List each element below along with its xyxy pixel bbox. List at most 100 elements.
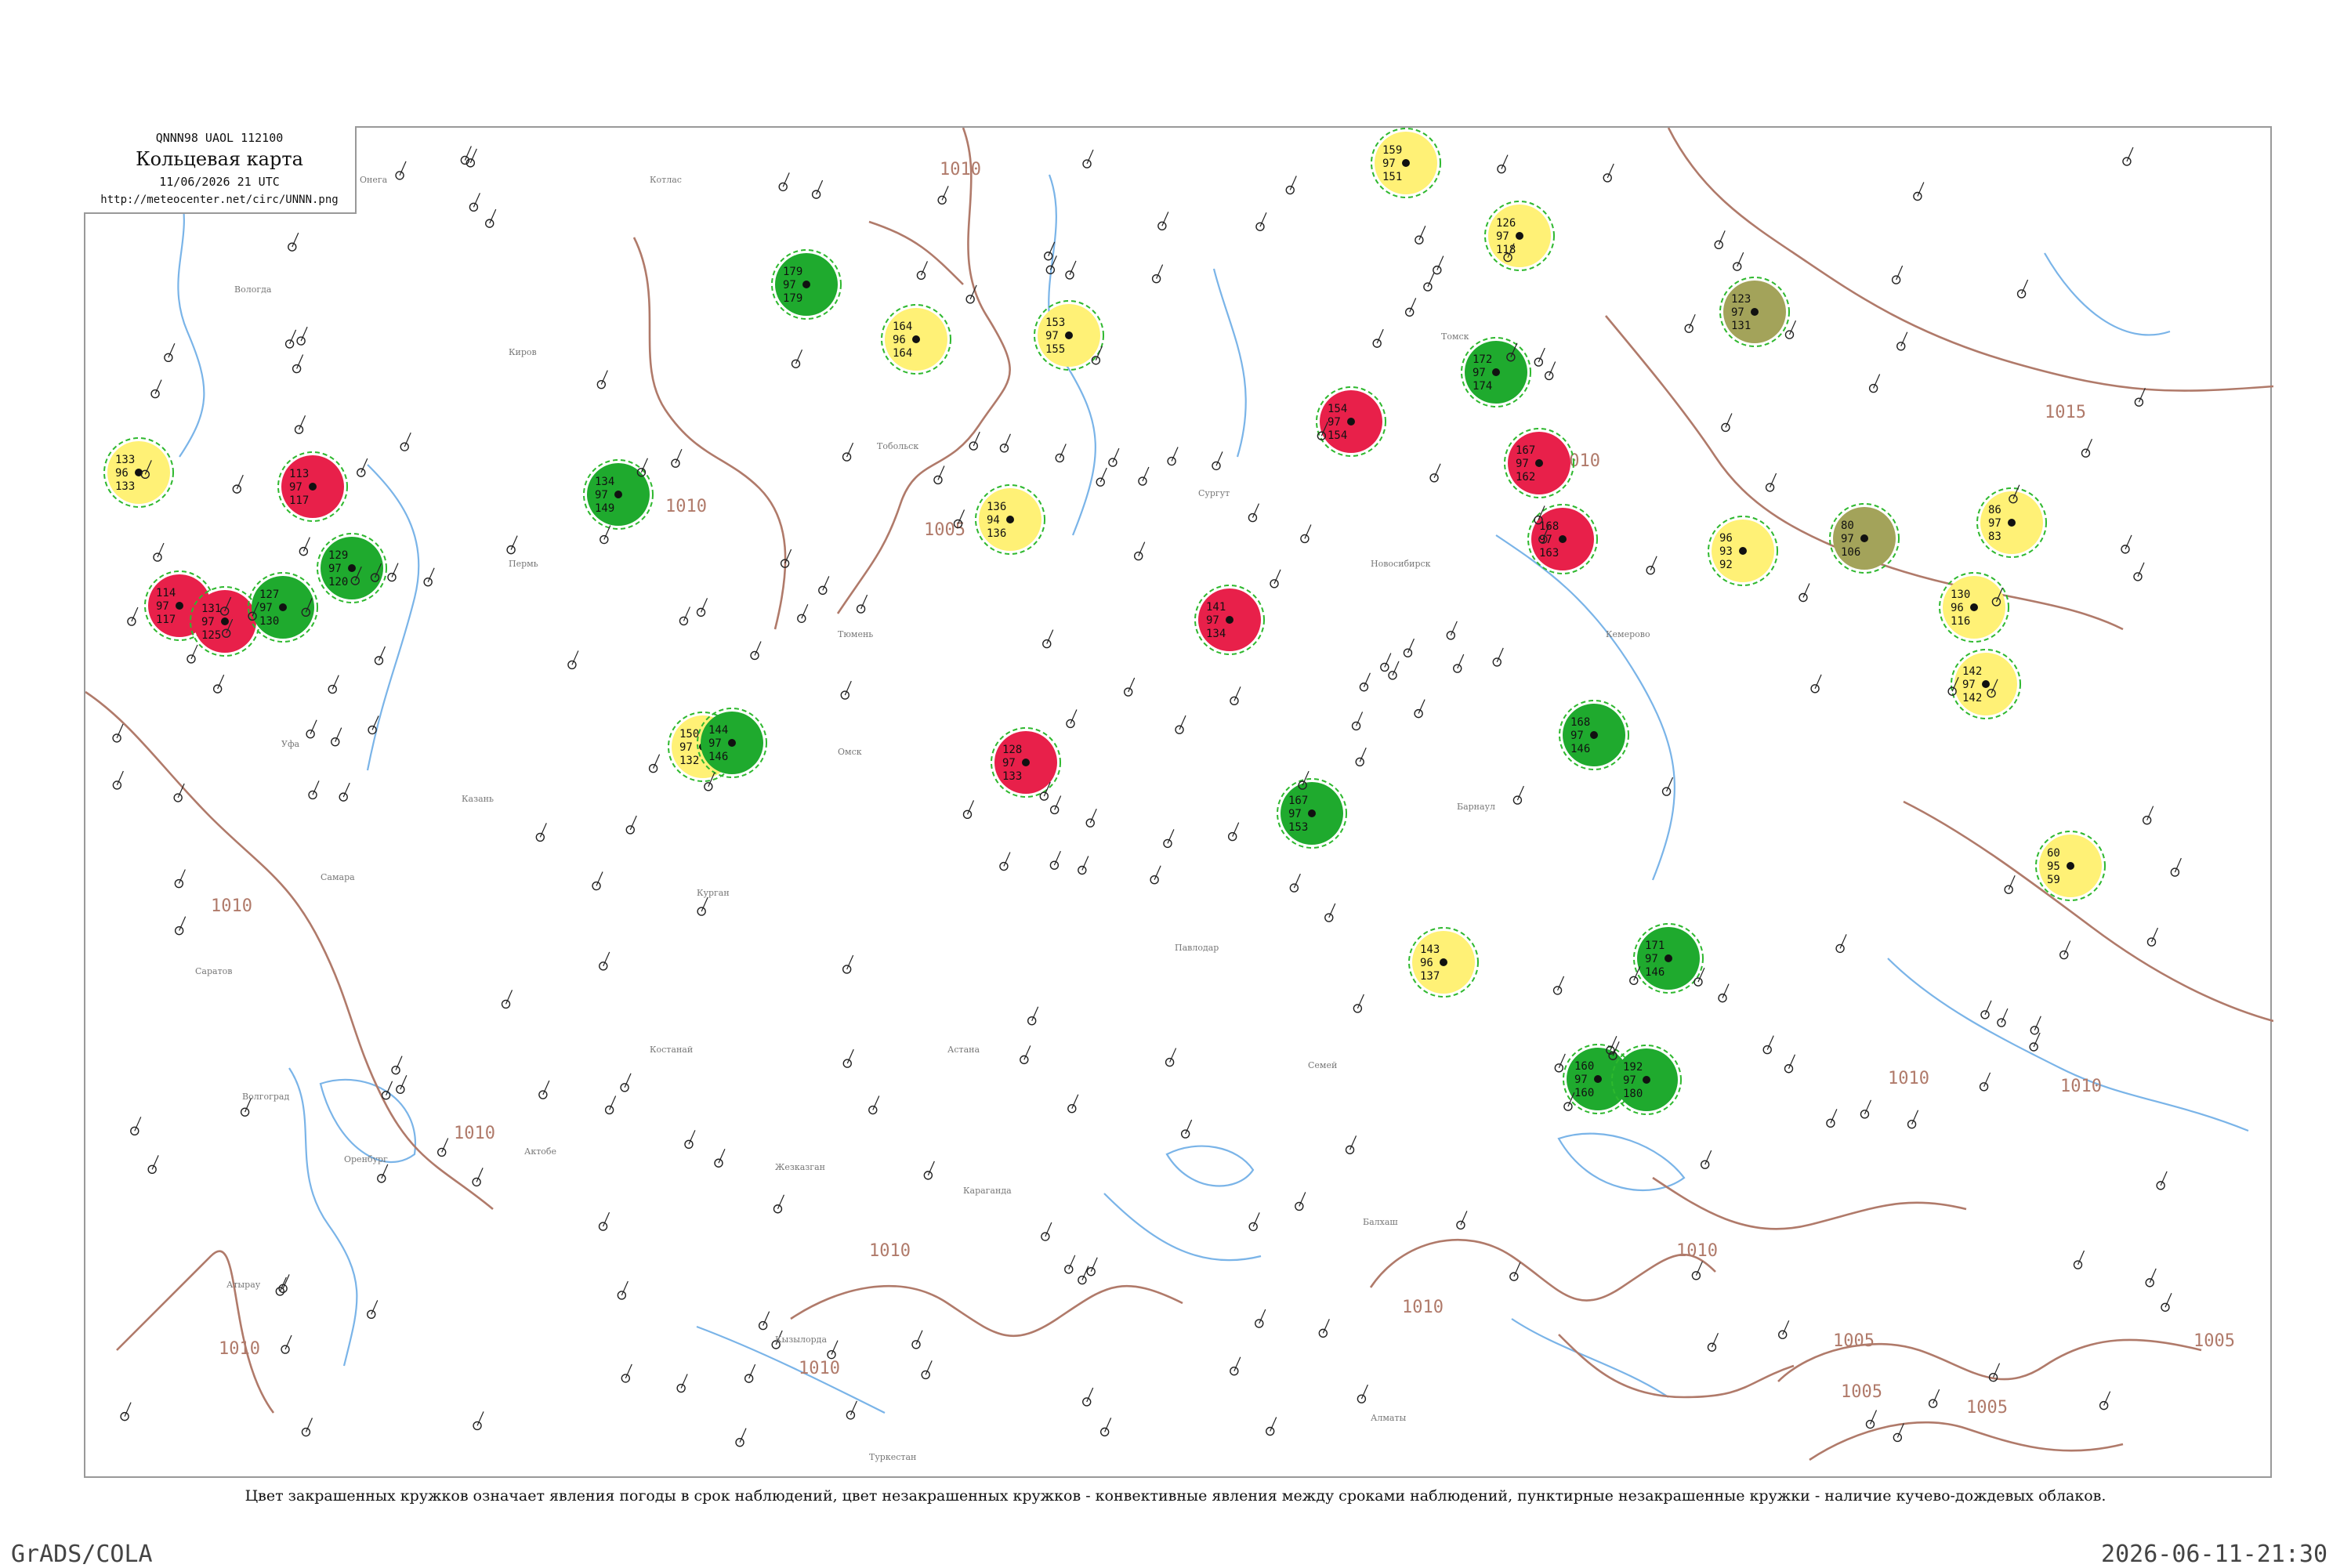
station-temp: 97 [1841,533,1854,545]
station-dewpoint: 136 [987,527,1006,540]
station-dot [240,1107,250,1117]
station-plot[interactable]: 15997151 [1371,128,1441,198]
station-dewpoint: 160 [1574,1087,1594,1099]
cloud-cover-dot [1006,516,1014,523]
station-dewpoint: 146 [1570,743,1590,755]
cloud-cover-dot [1440,958,1447,966]
station-pressure: 167 [1516,444,1535,457]
station-plot[interactable]: 16496164 [881,304,951,375]
station-plot[interactable]: 969392 [1708,516,1778,586]
map-title: Кольцевая карта [136,148,303,170]
station-dot [281,1345,290,1354]
station-plot[interactable]: 609559 [2035,831,2106,901]
isobar-label: 1010 [799,1359,840,1378]
place-name: Казань [462,794,494,804]
station-dewpoint: 146 [1645,966,1665,979]
cloud-cover-dot [1535,459,1543,467]
station-temp: 97 [1045,330,1059,342]
station-dot [811,190,821,199]
station-plot[interactable]: 14297142 [1951,649,2021,719]
station-dot [969,441,978,451]
station-plot[interactable]: 869783 [1976,487,2047,558]
station-plot[interactable]: 12697118 [1484,201,1555,271]
isobar-1010-north [868,220,964,285]
station-dewpoint: 174 [1473,380,1492,393]
cloud-cover-dot [912,335,920,343]
station-plot[interactable]: 14197134 [1194,585,1265,655]
station-plot[interactable]: 19297180 [1611,1045,1682,1115]
isobar-label: 1015 [2045,403,2086,422]
station-dewpoint: 83 [1988,531,2001,543]
station-plot[interactable]: 16797153 [1277,778,1347,849]
isobar-1010-south-a [1369,1238,1716,1302]
station-pressure: 142 [1962,665,1982,678]
isobar-1015-east [1667,128,2273,392]
isobar-1010-center [632,237,787,630]
station-plot[interactable]: 16797162 [1504,428,1574,498]
station-dewpoint: 151 [1382,171,1402,183]
station-dot [2004,885,2013,894]
place-name: Онега [360,175,388,185]
station-plot[interactable]: 8097106 [1829,503,1900,574]
legend-caption: Цвет закрашенных кружков означает явлени… [245,1487,2106,1505]
station-plot[interactable]: 12797130 [248,572,318,643]
station-plot[interactable]: 12897133 [991,727,1061,798]
river [1212,268,1247,458]
station-plot[interactable]: 14497146 [697,708,767,778]
cloud-cover-dot [1982,680,1990,688]
place-name: Оренбург [344,1154,388,1164]
isobar-label: 1010 [211,896,252,916]
station-pressure: 130 [1951,588,1970,601]
station-dot [1085,818,1095,827]
cloud-cover-dot [1347,418,1355,425]
station-temp: 97 [289,481,302,494]
place-name: Котлас [650,175,682,185]
station-dot [1096,477,1105,487]
isobars-layer [85,128,2273,1461]
station-dewpoint: 142 [1962,692,1982,704]
station-dewpoint: 154 [1328,429,1347,442]
station-temp: 97 [328,563,342,575]
station-temp: 94 [987,514,1000,527]
place-name: Саратов [195,966,232,976]
cloud-cover-dot [1516,232,1523,240]
station-temp: 97 [1988,517,2001,530]
place-name: Павлодар [1175,943,1219,953]
isobar-label: 1010 [869,1241,911,1261]
station-pressure: 159 [1382,144,1402,157]
station-plot[interactable]: 13197125 [190,586,260,657]
station-plot[interactable]: 15497154 [1316,386,1386,457]
station-plot[interactable]: 13396133 [103,437,174,508]
station-pressure: 129 [328,549,348,562]
station-pressure: 141 [1206,601,1226,614]
station-dewpoint: 149 [595,502,614,515]
map-source-url[interactable]: http://meteocenter.net/circ/UNNN.png [84,194,355,206]
station-plot[interactable]: 16897146 [1559,700,1629,770]
station-plot[interactable]: 13096116 [1939,572,2009,643]
station-plot[interactable]: 12397131 [1719,277,1790,347]
station-dewpoint: 106 [1841,546,1860,559]
station-plot[interactable]: 13694136 [975,484,1045,555]
place-name: Волгоград [242,1092,289,1102]
station-dewpoint: 59 [2047,874,2060,886]
station-plot[interactable]: 17297174 [1461,337,1531,407]
station-plot[interactable]: 17197146 [1633,923,1704,994]
cloud-cover-dot [1492,368,1500,376]
station-plot[interactable]: 14396137 [1408,927,1479,998]
station-plot[interactable]: 15397155 [1034,300,1104,371]
cloud-cover-dot [1665,954,1672,962]
place-name: Киров [509,347,537,357]
station-pressure: 164 [893,320,912,333]
station-plot[interactable]: 11397117 [277,451,348,522]
station-pressure: 179 [783,266,802,278]
station-dewpoint: 134 [1206,628,1226,640]
station-plot[interactable]: 12997120 [317,533,387,603]
station-plot[interactable]: 17997179 [771,249,842,320]
isobar-1005-south-center [1558,1334,1795,1399]
station-dewpoint: 162 [1516,471,1535,483]
station-dot [469,202,479,212]
station-dot [999,444,1009,453]
cloud-cover-dot [1594,1075,1602,1083]
station-temp: 97 [259,602,273,614]
station-dot [1646,566,1655,575]
